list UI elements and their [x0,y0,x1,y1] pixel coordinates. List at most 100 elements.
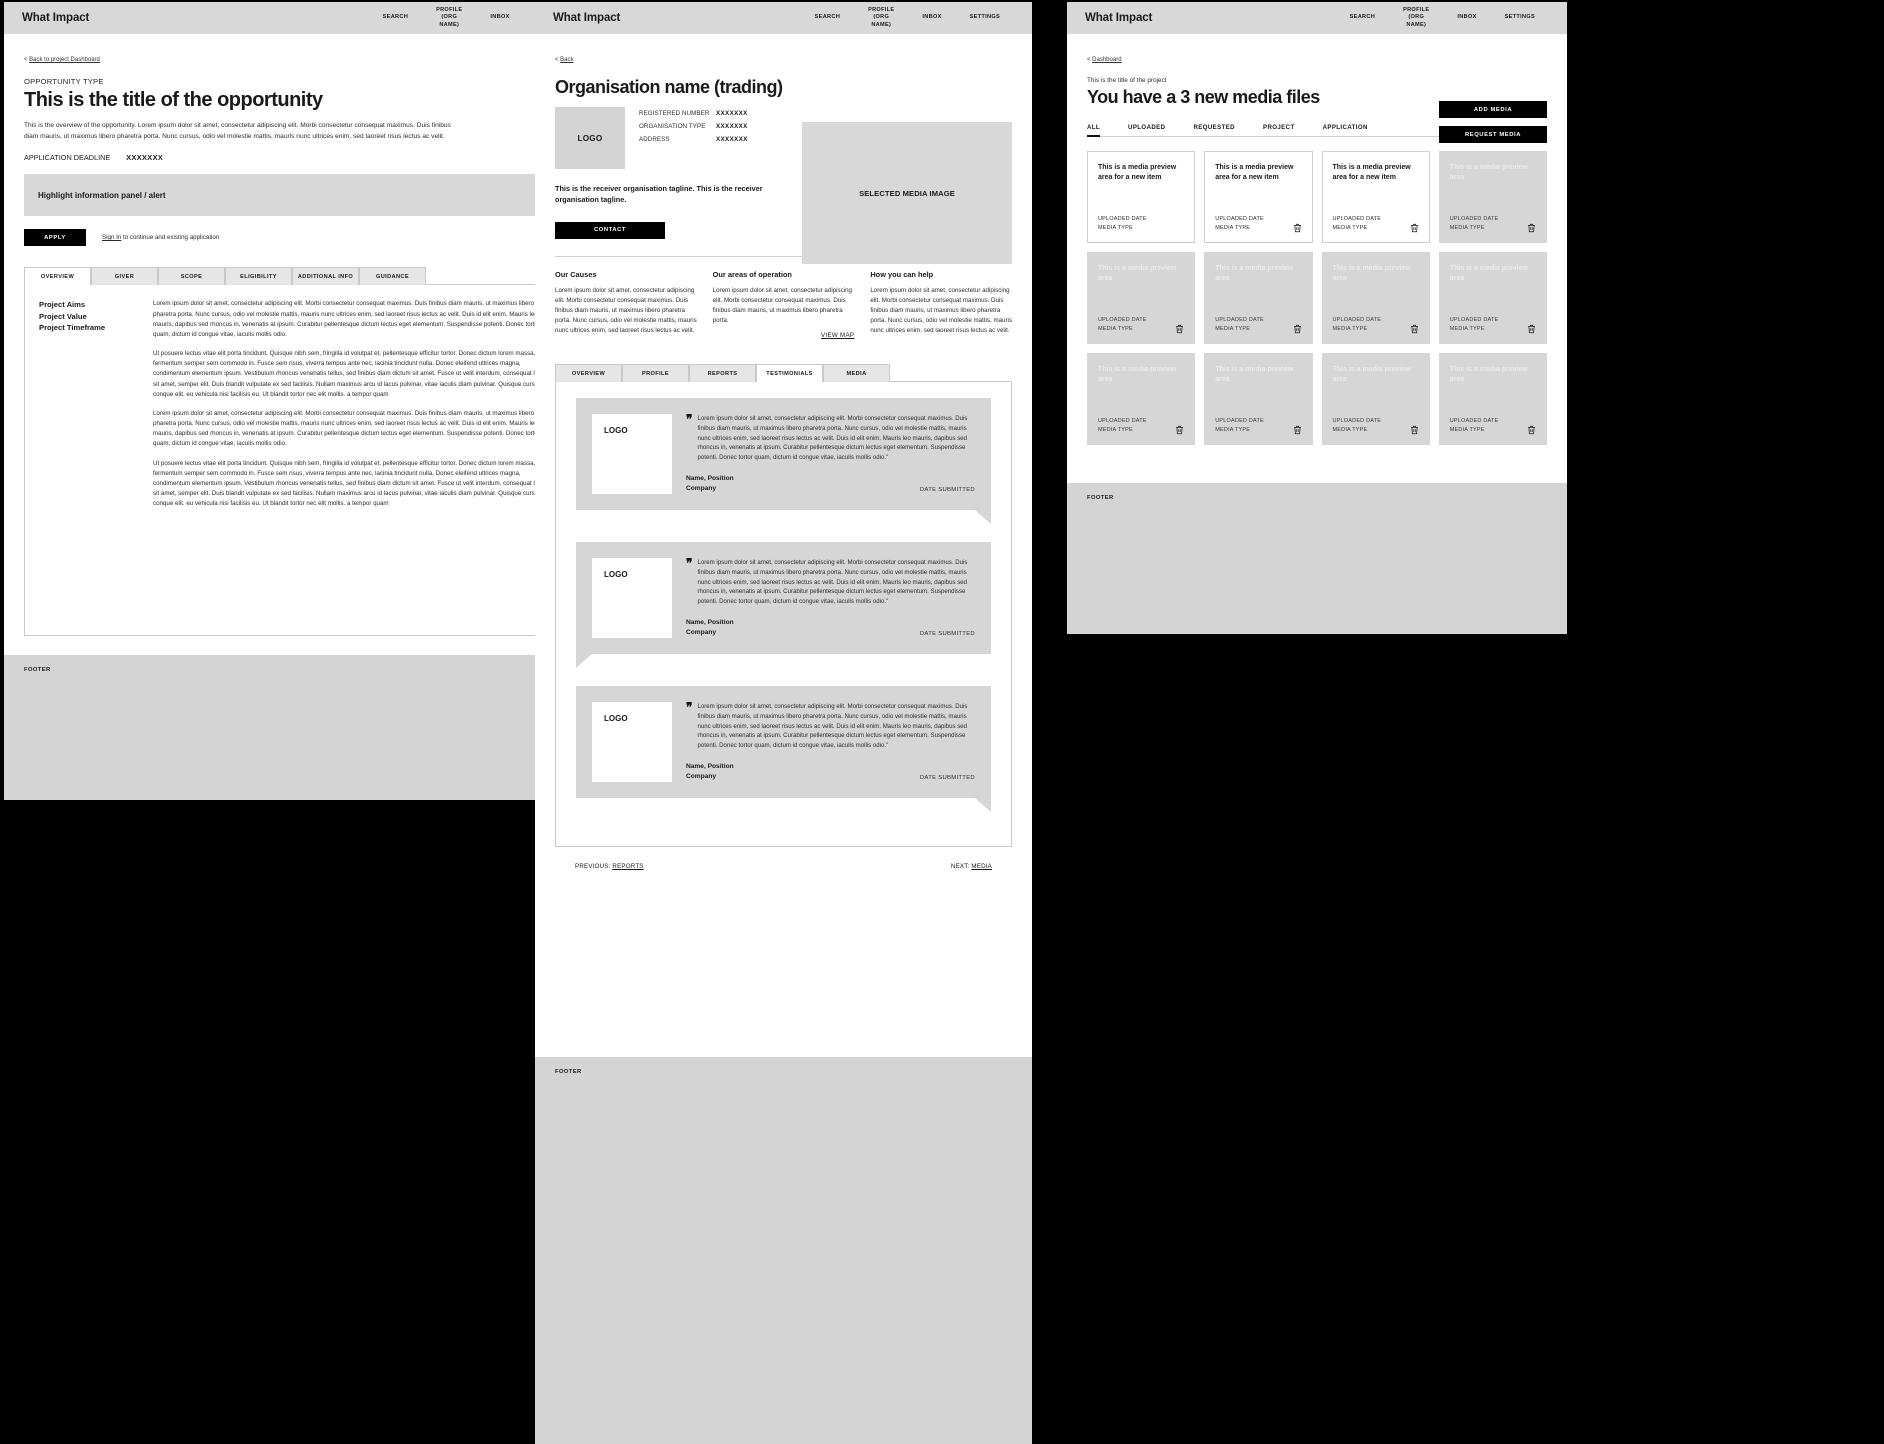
filter-uploaded[interactable]: UPLOADED [1128,124,1165,136]
media-card-meta: UPLOADED DATE MEDIA TYPE [1333,417,1382,435]
uploaded-date: UPLOADED DATE [1449,418,1499,425]
back-to-dashboard-link[interactable]: < Back to project Dashboard [24,57,100,63]
nav-search[interactable]: SEARCH [369,14,422,22]
opportunity-tabs: OVERVIEW GIVER SCOPE ELIGIBILITY ADDITIO… [24,266,580,286]
overview-paragraph: Lorem ipsum dolor sit amet, consectetur … [153,300,540,338]
media-card[interactable]: This is a media preview area UPLOADED DAT… [1321,353,1430,445]
trash-icon[interactable] [1410,223,1419,233]
top-bar: What Impact SEARCH PROFILE (ORG NAME) IN… [4,2,600,34]
filter-requested[interactable]: REQUESTED [1193,124,1235,136]
nav-search[interactable]: SEARCH [1336,14,1389,22]
media-card[interactable]: This is a media preview area UPLOADED DAT… [1438,353,1547,445]
testimonial-quote: Lorem ipsum dolor sit amet, consectetur … [697,702,968,750]
media-card[interactable]: This is a media preview area UPLOADED DAT… [1087,353,1196,445]
media-type: MEDIA TYPE [1449,427,1485,434]
opportunity-detail-screen: What Impact SEARCH PROFILE (ORG NAME) IN… [4,2,600,800]
trash-icon[interactable] [1175,425,1184,435]
filter-application[interactable]: APPLICATION [1323,124,1368,136]
media-card[interactable]: This is a media preview area UPLOADED DAT… [1204,353,1313,445]
trash-icon[interactable] [1293,223,1302,233]
tab-reports[interactable]: REPORTS [689,363,756,382]
testimonial-company: Company [686,772,717,780]
signin-link[interactable]: Sign In [102,234,121,241]
media-card[interactable]: This is a media preview area for a new i… [1321,151,1430,243]
view-map-link[interactable]: VIEW MAP [713,332,855,339]
overview-paragraph: Ut posuere lectus vitae elit porta tinci… [153,459,550,508]
nav-settings[interactable]: SETTINGS [1491,14,1549,22]
speech-tail [975,509,991,524]
trash-icon[interactable] [1293,324,1302,334]
media-card-title: This is a media preview area [1449,265,1528,282]
next-link[interactable]: MEDIA [971,863,992,870]
nav-inbox[interactable]: INBOX [476,14,523,22]
filter-project[interactable]: PROJECT [1263,124,1295,136]
column-body: Lorem ipsum dolor sit amet, consectetur … [555,286,697,334]
signin-note-rest: to continue and existing application [121,234,220,242]
organisation-profile-screen: What Impact SEARCH PROFILE (ORG NAME) IN… [535,2,1032,1444]
opportunity-type-label: OPPORTUNITY TYPE [24,77,104,86]
tab-additional-info[interactable]: ADDITIONAL INFO [292,267,359,286]
nav-profile[interactable]: PROFILE (ORG NAME) [422,7,476,30]
trash-icon[interactable] [1527,425,1536,435]
trash-icon[interactable] [1410,324,1419,334]
testimonial-logo: LOGO [592,413,672,494]
nav-search[interactable]: SEARCH [801,14,854,22]
trash-icon[interactable] [1527,223,1536,233]
tab-giver[interactable]: GIVER [91,267,158,286]
media-card[interactable]: This is a media preview area for a new i… [1087,151,1196,243]
highlight-alert-panel: Highlight information panel / alert [24,174,580,217]
trash-icon[interactable] [1527,324,1536,334]
trash-icon[interactable] [1293,425,1302,435]
previous-link[interactable]: REPORTS [612,863,643,870]
tab-profile[interactable]: PROFILE [622,363,689,382]
footer: FOOTER [4,655,600,800]
tab-scope[interactable]: SCOPE [158,267,225,286]
previous-pager: PREVIOUS: REPORTS [575,863,644,870]
back-to-dashboard-link[interactable]: < Dashboard [1087,57,1122,63]
trash-icon[interactable] [1410,425,1419,435]
back-link[interactable]: < Back [555,57,574,63]
media-card[interactable]: This is a media preview area UPLOADED DAT… [1204,252,1313,344]
media-card[interactable]: This is a media preview area UPLOADED DAT… [1087,252,1196,344]
media-card-title: This is a media preview area [1332,366,1411,383]
selected-media-image-placeholder: SELECTED MEDIA IMAGE [802,122,1012,264]
tab-testimonials[interactable]: TESTIMONIALS [756,363,823,382]
contact-button[interactable]: CONTACT [555,221,665,239]
apply-button[interactable]: APPLY [24,229,86,247]
organisation-tabs: OVERVIEW PROFILE REPORTS TESTIMONIALS ME… [555,363,1012,382]
quote-icon: ❞ [686,411,693,426]
request-media-button[interactable]: REQUEST MEDIA [1439,126,1547,143]
column-body: Lorem ipsum dolor sit amet, consectetur … [870,286,1013,334]
nav-inbox[interactable]: INBOX [1443,14,1490,22]
nav-inbox[interactable]: INBOX [908,14,955,22]
media-type: MEDIA TYPE [1332,326,1368,333]
overview-paragraph: Lorem ipsum dolor sit amet, consectetur … [153,409,540,448]
tab-guidance[interactable]: GUIDANCE [359,267,426,286]
media-card[interactable]: This is a media preview area UPLOADED DAT… [1438,252,1547,344]
testimonial-date: DATE SUBMITTED [919,487,975,494]
organisation-meta-list: REGISTERED NUMBER XXXXXXX ORGANISATION T… [639,107,748,169]
tab-media[interactable]: MEDIA [823,363,890,382]
media-card[interactable]: This is a media preview area UPLOADED DAT… [1438,151,1547,243]
media-card-title: This is a media preview area for a new i… [1098,164,1177,181]
testimonials-tab-panel: LOGO ❞ Lorem ipsum dolor sit amet, conse… [555,380,1012,847]
tab-eligibility[interactable]: ELIGIBILITY [225,267,292,286]
page-title: This is the title of the opportunity [24,89,323,111]
media-card-footer: UPLOADED DATE MEDIA TYPE [1450,215,1536,233]
media-card[interactable]: This is a media preview area for a new i… [1204,151,1313,243]
nav-settings[interactable]: SETTINGS [956,14,1014,22]
media-card-meta: UPLOADED DATE MEDIA TYPE [1450,417,1499,435]
filter-all[interactable]: ALL [1087,124,1101,137]
trash-icon[interactable] [1175,324,1184,334]
tab-overview[interactable]: OVERVIEW [555,363,622,382]
media-card[interactable]: This is a media preview area UPLOADED DAT… [1321,252,1430,344]
back-link-text: Back to project Dashboard [29,57,100,63]
testimonial-quote: Lorem ipsum dolor sit amet, consectetur … [697,414,968,462]
nav-profile[interactable]: PROFILE (ORG NAME) [1389,7,1443,30]
add-media-button[interactable]: ADD MEDIA [1439,101,1547,118]
nav-profile[interactable]: PROFILE (ORG NAME) [854,7,908,30]
testimonial-date: DATE SUBMITTED [919,631,975,638]
testimonial-date: DATE SUBMITTED [919,775,975,782]
tab-overview[interactable]: OVERVIEW [24,267,91,286]
cta-row: APPLY Sign In to continue and existing a… [24,229,580,247]
